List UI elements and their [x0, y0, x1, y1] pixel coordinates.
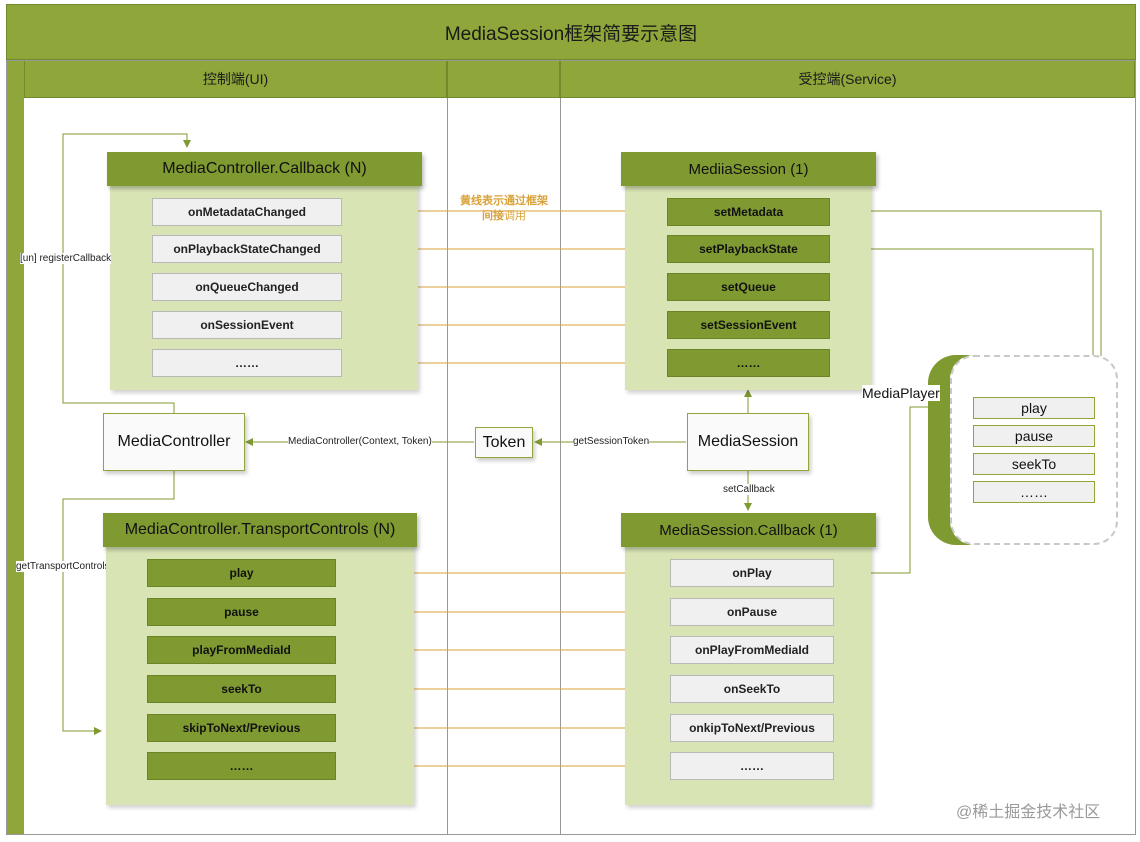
mp-item-seekto[interactable]: seekTo: [973, 453, 1095, 475]
sc-item-onplayfrommediaid[interactable]: onPlayFromMediaId: [670, 636, 834, 664]
yellow-note-rest: 调用: [504, 210, 526, 222]
transport-controls-title: MediaController.TransportControls (N): [103, 513, 417, 547]
yellow-line-note: 黄线表示通过框架 间接调用: [448, 194, 560, 224]
sc-item-onplay[interactable]: onPlay: [670, 559, 834, 587]
cb-item-more[interactable]: ……: [152, 349, 342, 377]
media-session-node[interactable]: MediaSession: [687, 413, 809, 471]
media-player-container: [950, 355, 1118, 545]
sc-item-more[interactable]: ……: [670, 752, 834, 780]
yellow-note-line1: 黄线表示通过框架: [460, 195, 548, 207]
tc-item-more[interactable]: ……: [147, 752, 336, 780]
cb-item-onplaybackstatechanged[interactable]: onPlaybackStateChanged: [152, 235, 342, 263]
label-controller-ctor: MediaController(Context, Token): [288, 436, 432, 447]
label-get-transport-controls: getTransportControls: [16, 561, 110, 572]
mp-item-play[interactable]: play: [973, 397, 1095, 419]
ms-item-more[interactable]: ……: [667, 349, 830, 377]
yellow-note-bold: 间接: [482, 210, 504, 222]
controller-callback-title: MediaController.Callback (N): [107, 152, 422, 186]
label-get-session-token: getSessionToken: [573, 436, 650, 447]
sc-item-onseekto[interactable]: onSeekTo: [670, 675, 834, 703]
ms-item-setqueue[interactable]: setQueue: [667, 273, 830, 301]
media-session-title: MediiaSession (1): [621, 152, 876, 186]
session-callback-title: MediaSession.Callback (1): [621, 513, 876, 547]
mp-item-more[interactable]: ……: [973, 481, 1095, 503]
cb-item-onmetadatachanged[interactable]: onMetadataChanged: [152, 198, 342, 226]
tc-item-pause[interactable]: pause: [147, 598, 336, 626]
label-set-callback: setCallback: [723, 484, 775, 495]
watermark: @稀土掘金技术社区: [956, 804, 1101, 821]
sc-item-onskip[interactable]: onkipToNext/Previous: [670, 714, 834, 742]
tc-item-play[interactable]: play: [147, 559, 336, 587]
yellow-note-line2: 间接调用: [448, 209, 560, 224]
cb-item-onqueuechanged[interactable]: onQueueChanged: [152, 273, 342, 301]
cb-item-onsessionevent[interactable]: onSessionEvent: [152, 311, 342, 339]
ms-item-setplaybackstate[interactable]: setPlaybackState: [667, 235, 830, 263]
ms-item-setmetadata[interactable]: setMetadata: [667, 198, 830, 226]
token-node[interactable]: Token: [475, 427, 533, 458]
media-player-label: MediaPlayer: [862, 385, 940, 401]
media-controller-node[interactable]: MediaController: [103, 413, 245, 471]
sc-item-onpause[interactable]: onPause: [670, 598, 834, 626]
tc-item-playfrommediaid[interactable]: playFromMediaId: [147, 636, 336, 664]
tc-item-skip[interactable]: skipToNext/Previous: [147, 714, 336, 742]
tc-item-seekto[interactable]: seekTo: [147, 675, 336, 703]
ms-item-setsessionevent[interactable]: setSessionEvent: [667, 311, 830, 339]
mp-item-pause[interactable]: pause: [973, 425, 1095, 447]
label-register-callback: [un] registerCallback: [20, 253, 112, 264]
